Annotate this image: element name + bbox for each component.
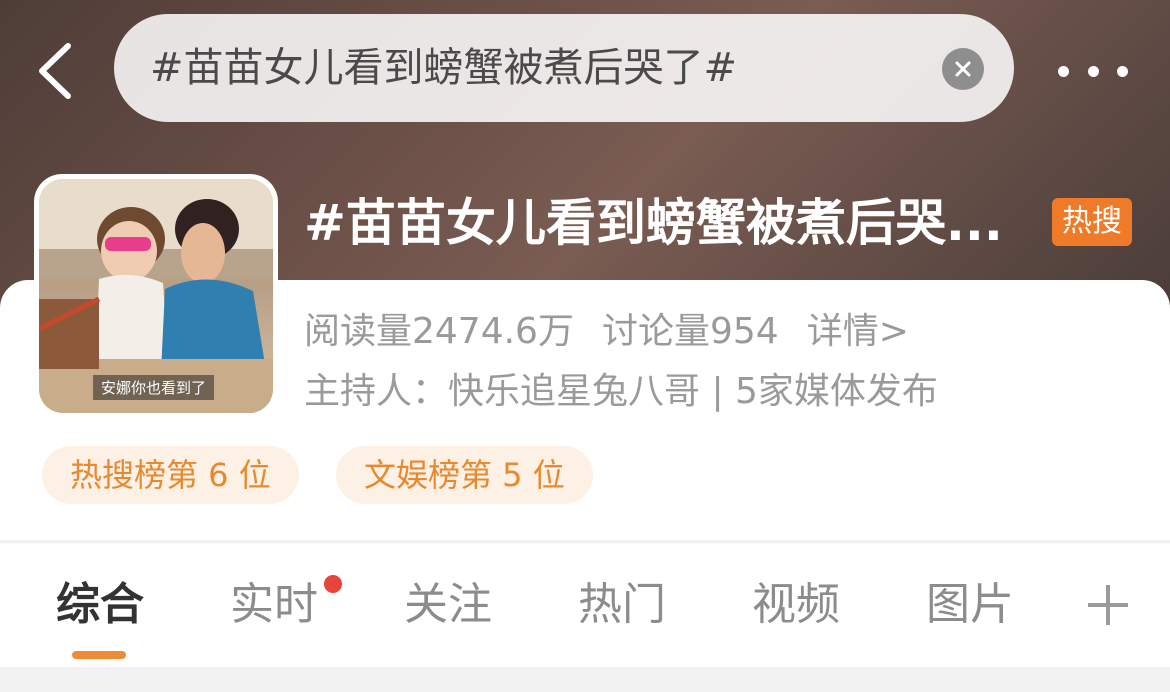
more-dot-icon bbox=[1087, 65, 1099, 77]
tab-realtime[interactable]: 实时 bbox=[230, 543, 318, 667]
tab-following[interactable]: 关注 bbox=[404, 543, 492, 667]
search-bar[interactable]: #苗苗女儿看到螃蟹被煮后哭了# bbox=[114, 14, 1014, 122]
topic-title: #苗苗女儿看到螃蟹被煮后哭... bbox=[304, 194, 1003, 252]
add-tab-button[interactable] bbox=[1086, 583, 1130, 627]
tab-images[interactable]: 图片 bbox=[926, 543, 1014, 667]
plus-icon bbox=[1088, 585, 1128, 625]
topic-cover[interactable]: 安娜你也看到了 bbox=[34, 174, 278, 418]
back-button[interactable] bbox=[28, 36, 88, 106]
close-icon bbox=[955, 61, 971, 77]
details-link[interactable]: 详情> bbox=[807, 311, 909, 352]
active-tab-indicator bbox=[72, 651, 126, 659]
hot-search-rank-chip[interactable]: 热搜榜第 6 位 bbox=[42, 446, 299, 504]
topic-stats: 阅读量2474.6万 讨论量954 详情> bbox=[304, 310, 937, 354]
more-options-button[interactable] bbox=[1058, 58, 1128, 84]
realtime-notification-dot bbox=[324, 575, 342, 593]
tab-popular[interactable]: 热门 bbox=[578, 543, 666, 667]
cover-caption: 安娜你也看到了 bbox=[93, 375, 215, 400]
host-info[interactable]: 主持人：快乐追星兔八哥 | 5家媒体发布 bbox=[304, 370, 938, 414]
read-count: 阅读量2474.6万 bbox=[304, 311, 574, 352]
entertainment-rank-chip[interactable]: 文娱榜第 5 位 bbox=[336, 446, 593, 504]
more-dot-icon bbox=[1117, 65, 1128, 77]
chevron-left-icon bbox=[39, 43, 71, 99]
tab-video[interactable]: 视频 bbox=[752, 543, 840, 667]
tab-comprehensive[interactable]: 综合 bbox=[56, 543, 144, 667]
discussion-count: 讨论量954 bbox=[601, 311, 779, 352]
search-query[interactable]: #苗苗女儿看到螃蟹被煮后哭了# bbox=[150, 14, 737, 122]
topic-cover-image: 安娜你也看到了 bbox=[39, 179, 273, 413]
tab-bar: 综合 实时 关注 热门 视频 图片 bbox=[0, 542, 1170, 667]
clear-search-button[interactable] bbox=[942, 48, 984, 90]
hot-search-badge: 热搜 bbox=[1052, 198, 1132, 246]
more-dot-icon bbox=[1058, 65, 1069, 77]
